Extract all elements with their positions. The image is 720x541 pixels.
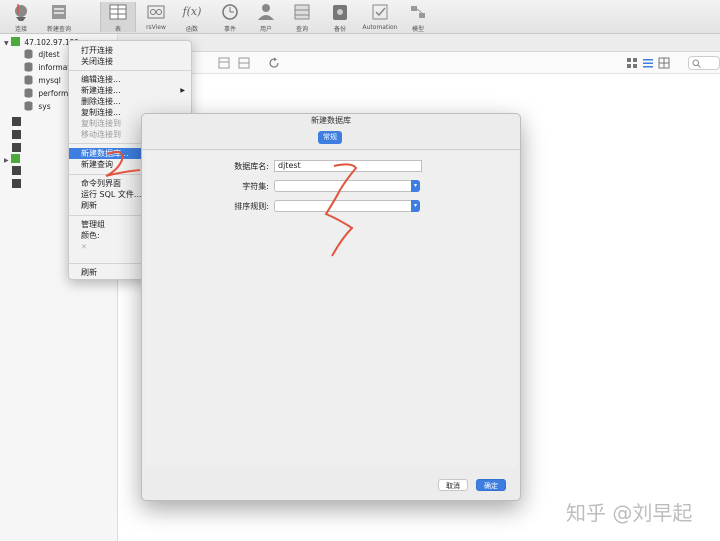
grid-view-icon[interactable] [626,57,638,69]
table-button[interactable]: 表 [100,2,136,33]
connection-icon [15,5,27,21]
connection-row[interactable] [12,178,23,191]
function-icon: f(x) [182,5,202,18]
detail-view-icon[interactable] [658,57,670,69]
submenu-arrow-icon: ▶ [180,87,185,94]
function-button[interactable]: f(x) 函数 [178,2,206,33]
connection-button[interactable]: 连接 [8,2,34,33]
connection-row[interactable] [12,129,23,142]
user-button[interactable]: 用户 [252,2,280,33]
object-toolbar [118,52,720,74]
query-icon [294,4,310,20]
view-icon [147,5,165,19]
query-button[interactable]: 查询 [288,2,316,33]
table-design-icon[interactable] [218,57,230,69]
new-database-dialog: 新建数据库 常规 数据库名: djtest 字符集: ▾ 排序规则: ▾ 取消 … [141,113,521,501]
refresh-icon[interactable] [268,57,280,69]
list-view-icon[interactable] [642,57,654,69]
chevron-down-icon: ▾ [411,180,420,192]
connection-row[interactable] [12,165,23,178]
user-icon [258,4,274,20]
connection-icon [12,117,21,126]
expand-arrow-icon[interactable]: ▼ [4,40,9,47]
new-query-button[interactable]: 新建查询 [42,2,76,33]
database-item[interactable]: sys [24,100,51,113]
connection-icon [12,143,21,152]
event-button[interactable]: 事件 [216,2,244,33]
menu-item-new-connection[interactable]: 新建连接... ▶ [69,85,191,96]
connection-icon [11,37,21,46]
expand-arrow-icon[interactable]: ▶ [4,157,9,164]
db-name-input[interactable]: djtest [274,160,422,172]
search-input[interactable] [688,56,720,70]
dialog-body: 数据库名: djtest 字符集: ▾ 排序规则: ▾ [145,151,517,467]
main-toolbar: 连接 新建查询 表 rsView f(x) 函数 事件 用户 查询 备份 Aut… [0,0,720,34]
dialog-tab-bar: 常规 [142,128,520,150]
cancel-button[interactable]: 取消 [438,479,468,491]
automation-button[interactable]: Automation [360,2,400,32]
connection-icon [12,166,21,175]
tab-bar [118,34,720,52]
connection-icon [11,154,21,163]
connection-icon [12,179,21,188]
menu-item-delete-connection[interactable]: 删除连接... [69,96,191,107]
collation-label: 排序规则: [234,202,269,211]
database-icon [24,62,33,72]
connection-row[interactable] [12,116,23,129]
connection-icon [12,130,21,139]
database-item[interactable]: mysql [24,74,61,87]
model-icon [411,6,425,18]
model-button[interactable]: 模型 [404,2,432,33]
automation-icon [372,4,388,20]
database-icon [24,49,33,59]
database-icon [24,101,33,111]
database-item[interactable]: djtest [24,48,60,61]
menu-item-edit-connection[interactable]: 编辑连接... [69,74,191,85]
table-icon [109,4,127,20]
ok-button[interactable]: 确定 [476,479,506,491]
tab-general[interactable]: 常规 [318,131,342,144]
menu-item-close-connection[interactable]: 关闭连接 [69,56,191,67]
menu-separator [69,70,191,71]
charset-label: 字符集: [242,182,269,191]
no-color-icon[interactable]: ✕ [81,243,87,251]
search-icon [692,59,701,68]
db-name-label: 数据库名: [234,162,269,171]
menu-item-open-connection[interactable]: 打开连接 [69,45,191,56]
database-icon [24,88,33,98]
backup-icon [333,5,347,20]
database-icon [24,75,33,85]
view-button[interactable]: rsView [142,2,170,32]
new-query-icon [52,5,66,19]
table-open-icon[interactable] [238,57,250,69]
clock-icon [222,4,238,20]
charset-select[interactable]: ▾ [274,180,420,192]
watermark-text: 知乎 @刘早起 [566,501,693,525]
chevron-down-icon: ▾ [411,200,420,212]
backup-button[interactable]: 备份 [326,2,354,33]
dialog-title: 新建数据库 [311,116,351,125]
collation-select[interactable]: ▾ [274,200,420,212]
